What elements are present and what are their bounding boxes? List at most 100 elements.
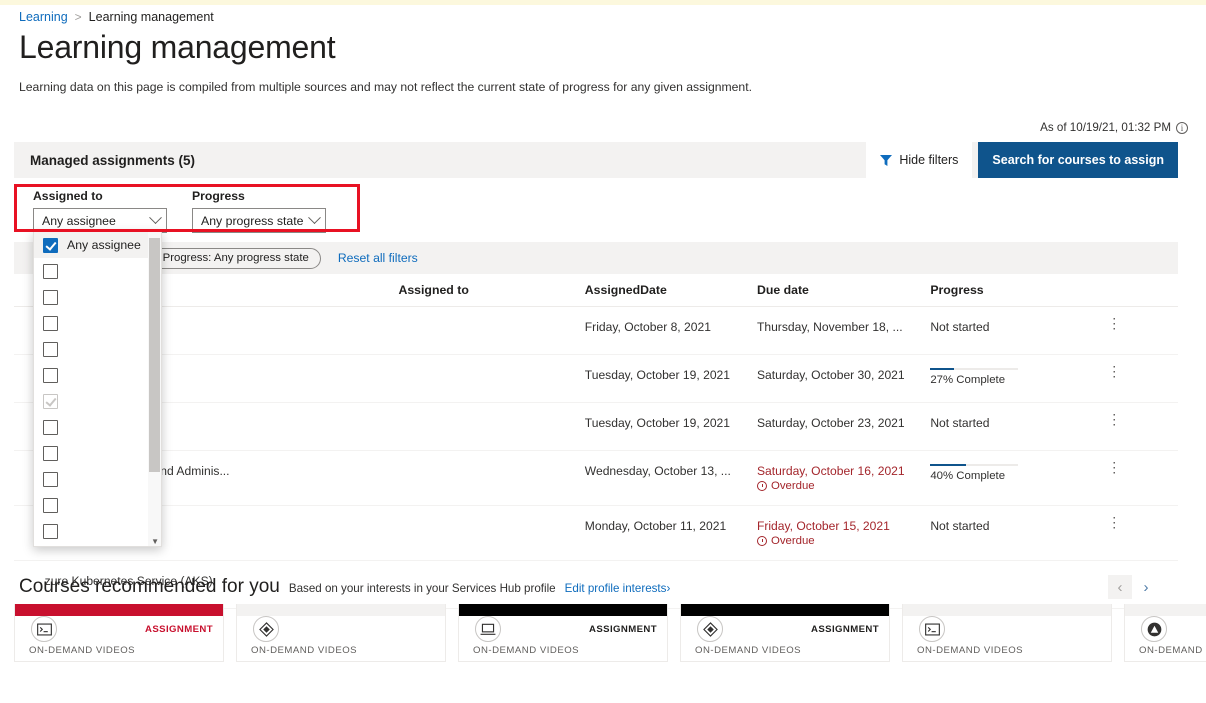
- progress-bar-fill: [930, 464, 966, 466]
- row-overflow-menu-icon[interactable]: ⋮: [1107, 460, 1121, 474]
- assigned-date-cell: Friday, October 8, 2021: [584, 306, 757, 355]
- checkbox-icon[interactable]: [43, 419, 58, 435]
- assignee-option[interactable]: [34, 362, 161, 388]
- row-overflow-menu-icon[interactable]: ⋮: [1107, 515, 1121, 529]
- hide-filters-button[interactable]: Hide filters: [866, 142, 973, 178]
- assigned-to-cell: [398, 505, 585, 561]
- checkbox-icon[interactable]: [43, 263, 58, 279]
- assignee-option[interactable]: [34, 388, 161, 414]
- progress-header[interactable]: Progress: [930, 274, 1108, 307]
- active-filter-pills: to: Any assignee Progress: Any progress …: [14, 242, 1178, 274]
- table-row[interactable]: iateTuesday, October 19, 2021Saturday, O…: [14, 354, 1178, 403]
- laptop-icon: [475, 616, 501, 642]
- carousel-prev-button[interactable]: ‹: [1108, 575, 1132, 599]
- card-content-type: ON-DEMAND VIDEOS: [695, 645, 802, 656]
- checkbox-icon[interactable]: [43, 471, 58, 487]
- assignee-option[interactable]: [34, 414, 161, 440]
- checkbox-icon[interactable]: [43, 393, 58, 409]
- progress-value: Any progress state: [201, 213, 304, 228]
- course-card[interactable]: ON-DEMAND VIDE: [1124, 604, 1206, 662]
- progress-label: Progress: [192, 189, 245, 203]
- assignee-option[interactable]: [34, 466, 161, 492]
- clock-icon: [756, 536, 767, 546]
- search-for-courses-button[interactable]: Search for courses to assign: [978, 142, 1178, 178]
- triangle-icon: [1141, 616, 1167, 642]
- course-card[interactable]: ON-DEMAND VIDEOS: [902, 604, 1112, 662]
- checkbox-icon[interactable]: [43, 315, 58, 331]
- top-accent-strip: [0, 0, 1206, 5]
- row-overflow-menu-icon[interactable]: ⋮: [1107, 412, 1121, 426]
- table-row[interactable]: ation SkillsMonday, October 11, 2021Frid…: [14, 505, 1178, 561]
- card-color-band: [681, 604, 889, 616]
- assignee-dropdown-callout[interactable]: Any assignee ▼: [33, 231, 162, 547]
- assigned-to-dropdown[interactable]: Any assignee: [33, 208, 167, 233]
- progress-cell: 40% Complete: [930, 450, 1108, 506]
- checkbox-icon[interactable]: [43, 237, 58, 253]
- course-card[interactable]: ASSIGNMENT ON-DEMAND VIDEOS: [680, 604, 890, 662]
- progress-label: Not started: [930, 320, 990, 334]
- progress-dropdown[interactable]: Any progress state: [192, 208, 326, 233]
- checkbox-icon[interactable]: [43, 445, 58, 461]
- table-row[interactable]: onnectTuesday, October 19, 2021Saturday,…: [14, 402, 1178, 451]
- assigned-to-filter: Assigned to Any assignee: [33, 189, 167, 233]
- assignee-option[interactable]: Any assignee: [34, 232, 161, 258]
- carousel-next-button[interactable]: ›: [1134, 575, 1158, 599]
- breadcrumb-link-learning[interactable]: Learning: [19, 10, 68, 24]
- chevron-down-icon: [308, 211, 321, 225]
- card-content-type: ON-DEMAND VIDEOS: [917, 645, 1024, 656]
- as-of-timestamp: As of 10/19/21, 01:32 PM i: [1040, 121, 1188, 134]
- assigned-to-label: Assigned to: [33, 189, 103, 203]
- assignee-option[interactable]: [34, 440, 161, 466]
- page-title: Learning management: [19, 29, 336, 65]
- checkbox-icon[interactable]: [43, 341, 58, 357]
- checkbox-icon[interactable]: [43, 497, 58, 513]
- overdue-label: Overdue: [770, 480, 815, 492]
- course-card[interactable]: ASSIGNMENT ON-DEMAND VIDEOS: [14, 604, 224, 662]
- diamond-icon: [697, 616, 723, 642]
- progress-cell: Not started: [930, 505, 1108, 561]
- scroll-down-arrow-icon[interactable]: ▼: [151, 538, 159, 546]
- overdue-badge: Overdue: [756, 535, 930, 547]
- assignee-option[interactable]: [34, 310, 161, 336]
- reset-all-filters-link[interactable]: Reset all filters: [338, 251, 418, 265]
- table-row[interactable]: Friday, October 8, 2021 Thursday, Novembe…: [14, 306, 1178, 355]
- checkbox-icon[interactable]: [43, 289, 58, 305]
- assigned-to-cell: [398, 354, 585, 403]
- diamond-icon: [253, 616, 279, 642]
- row-overflow-menu-icon[interactable]: ⋮: [1107, 364, 1121, 378]
- progress-filter: Progress Any progress state: [192, 189, 326, 233]
- due-date-header[interactable]: Due date: [756, 274, 931, 307]
- dropdown-scroll-thumb[interactable]: [149, 238, 160, 472]
- info-icon[interactable]: i: [1176, 121, 1188, 134]
- row-overflow-menu-icon[interactable]: ⋮: [1107, 316, 1121, 330]
- assigned-date-header[interactable]: AssignedDate: [584, 274, 757, 307]
- command-bar: Managed assignments (5) Hide filters Sea…: [14, 142, 1178, 178]
- assignee-option[interactable]: [34, 518, 161, 544]
- assignee-option[interactable]: [34, 284, 161, 310]
- assignee-option[interactable]: [34, 336, 161, 362]
- assignee-option[interactable]: [34, 492, 161, 518]
- assignment-badge: ASSIGNMENT: [589, 624, 657, 635]
- progress-cell: Not started: [930, 306, 1108, 355]
- progress-label: 40% Complete: [930, 470, 1006, 482]
- course-card[interactable]: ASSIGNMENT ON-DEMAND VIDEOS: [458, 604, 668, 662]
- breadcrumb-separator: >: [74, 10, 82, 24]
- row-actions-cell: ⋮: [1107, 306, 1178, 355]
- dropdown-scrollbar[interactable]: ▼: [148, 232, 161, 546]
- course-card[interactable]: ON-DEMAND VIDEOS: [236, 604, 446, 662]
- overdue-label: Overdue: [770, 535, 815, 547]
- card-content-type: ON-DEMAND VIDEOS: [29, 645, 136, 656]
- checkbox-icon[interactable]: [43, 367, 58, 383]
- clock-icon: [756, 481, 767, 491]
- progress-label: Not started: [930, 519, 990, 533]
- assigned-to-header[interactable]: Assigned to: [398, 274, 585, 307]
- due-date-text: Thursday, November 18, ...: [756, 320, 903, 334]
- table-header-row: Assigned to AssignedDate Due date Progre…: [14, 274, 1178, 307]
- assignee-option-label: Any assignee: [67, 238, 141, 252]
- edit-profile-interests-link[interactable]: Edit profile interests›: [565, 582, 671, 595]
- due-date-cell: Friday, October 15, 2021 Overdue: [756, 505, 931, 561]
- filter-pill[interactable]: Progress: Any progress state: [150, 247, 321, 269]
- checkbox-icon[interactable]: [43, 523, 58, 539]
- assignee-option[interactable]: [34, 258, 161, 284]
- table-row[interactable]: Manager: Concepts and Adminis...Wednesda…: [14, 450, 1178, 506]
